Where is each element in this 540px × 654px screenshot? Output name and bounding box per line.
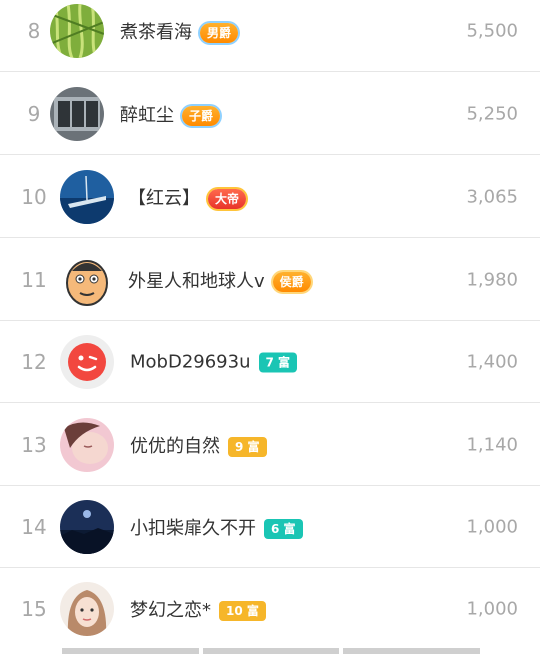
rank-number: 13 [21, 433, 47, 457]
leaderboard-row[interactable]: 14 小扣柴扉久不开 6 富 1,000 [0, 486, 540, 568]
score: 5,500 [466, 20, 518, 42]
avatar[interactable] [60, 335, 114, 389]
rank-badge: 大帝 [208, 189, 247, 209]
tab-indicator [62, 648, 199, 654]
row-divider [0, 71, 540, 72]
avatar[interactable] [60, 253, 114, 307]
user-name: 梦幻之恋* [130, 600, 211, 621]
avatar[interactable] [60, 582, 114, 636]
wealth-badge: 7 富 [258, 352, 298, 373]
score: 1,140 [466, 434, 518, 456]
avatar[interactable] [60, 500, 114, 554]
user-name: 优优的自然 [130, 436, 220, 457]
row-divider [0, 402, 540, 403]
rank-number: 12 [21, 350, 47, 374]
user-name: MobD29693u [130, 351, 251, 373]
wealth-badge: 10 富 [219, 601, 266, 621]
rank-badge: 男爵 [200, 23, 239, 43]
score: 3,065 [466, 186, 518, 208]
leaderboard-row[interactable]: 10 【红云】 大帝 3,065 [0, 156, 540, 238]
leaderboard-row[interactable]: 11 外星人和地球人v 侯爵 1,980 [0, 239, 540, 321]
avatar[interactable] [60, 170, 114, 224]
avatar[interactable] [50, 87, 104, 141]
avatar[interactable] [50, 4, 104, 58]
row-divider [0, 154, 540, 155]
rank-number: 11 [21, 268, 47, 292]
leaderboard-row[interactable]: 8 煮茶看海 男爵 5,500 [0, 0, 540, 72]
leaderboard-row[interactable]: 15 梦幻之恋* 10 富 1,000 [0, 568, 540, 650]
rank-number: 14 [21, 515, 47, 539]
leaderboard-row[interactable]: 12 MobD29693u 7 富 1,400 [0, 321, 540, 403]
rank-badge: 侯爵 [272, 272, 311, 292]
rank-badge: 子爵 [182, 106, 221, 126]
avatar[interactable] [60, 418, 114, 472]
leaderboard-row[interactable]: 13 优优的自然 9 富 1,140 [0, 404, 540, 486]
user-name: 煮茶看海 [120, 22, 192, 43]
user-name: 外星人和地球人v [128, 271, 265, 292]
rank-number: 10 [21, 185, 47, 209]
tab-indicator [202, 648, 340, 654]
user-name: 醉虹尘 [120, 105, 174, 126]
score: 5,250 [466, 103, 518, 125]
wealth-badge: 6 富 [264, 519, 303, 539]
tab-indicator [343, 648, 481, 654]
wealth-badge: 9 富 [228, 437, 267, 457]
bottom-tab-strip [62, 648, 481, 654]
rank-number: 15 [21, 597, 47, 621]
score: 1,400 [466, 351, 518, 373]
leaderboard-row[interactable]: 9 醉虹尘 子爵 5,250 [0, 73, 540, 155]
user-name: 【红云】 [128, 188, 200, 209]
score: 1,000 [466, 516, 518, 538]
user-name: 小扣柴扉久不开 [130, 518, 256, 539]
score: 1,980 [466, 269, 518, 291]
row-divider [0, 237, 540, 238]
score: 1,000 [466, 598, 518, 620]
